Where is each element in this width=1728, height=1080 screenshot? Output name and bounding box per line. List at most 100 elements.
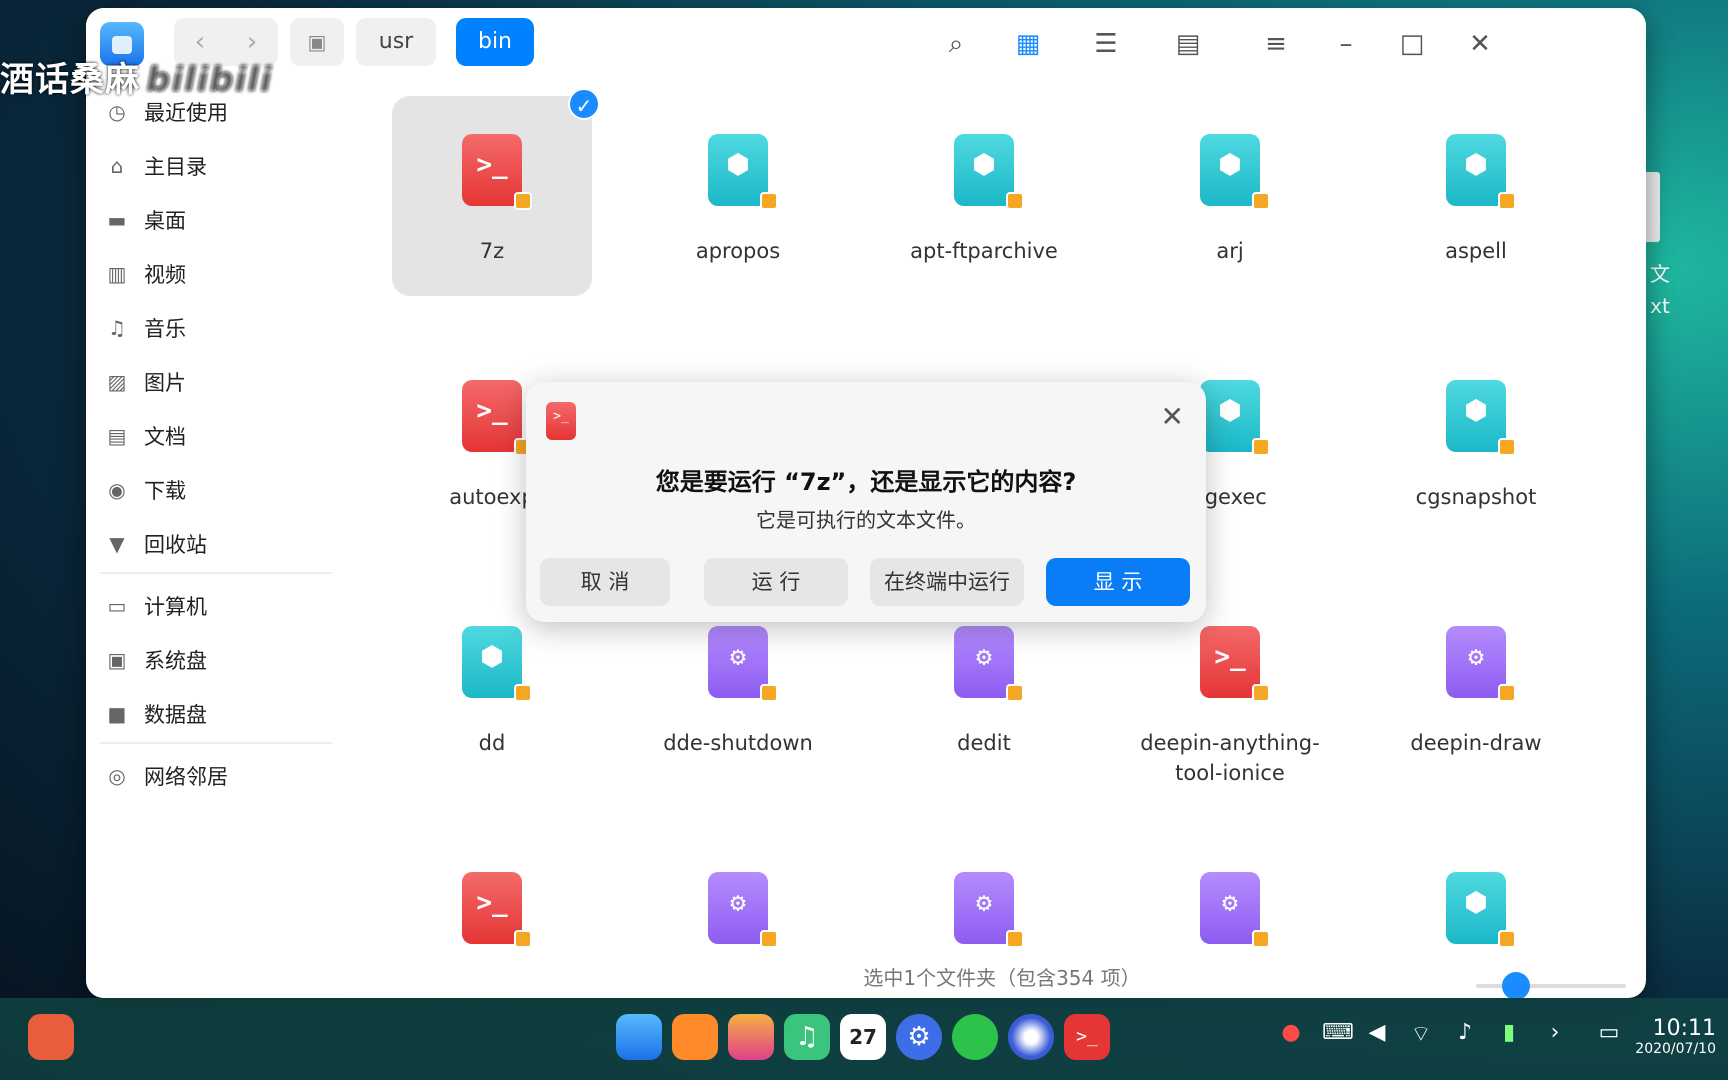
cancel-button[interactable]: 取 消 xyxy=(540,558,670,606)
app-gear-icon: ⚙ xyxy=(1446,626,1516,702)
binary-file-icon: ⬢ xyxy=(1200,380,1270,456)
lock-icon xyxy=(1252,192,1270,210)
sidebar-item-pictures[interactable]: ▨ 图片 xyxy=(106,362,186,402)
status-bar: 选中1个文件夹（包含354 项） xyxy=(358,958,1646,998)
lock-icon xyxy=(1498,438,1516,456)
video-watermark: 酒话桑麻 bilibili xyxy=(0,60,273,100)
lock-icon xyxy=(514,684,532,702)
sidebar-item-computer[interactable]: ▭ 计算机 xyxy=(106,586,207,626)
bilibili-logo: bilibili xyxy=(146,60,273,100)
script-file-icon: >_ xyxy=(546,402,576,440)
picture-icon: ▨ xyxy=(107,370,127,394)
sidebar-item-videos[interactable]: ▥ 视频 xyxy=(106,254,186,294)
sidebar-item-downloads[interactable]: ◉ 下载 xyxy=(106,470,186,510)
breadcrumb-bin[interactable]: bin xyxy=(456,18,534,66)
wechat-icon[interactable] xyxy=(952,1014,998,1060)
lock-icon xyxy=(514,192,532,210)
home-icon: ⌂ xyxy=(110,154,124,178)
maximize-icon[interactable]: □ xyxy=(1392,24,1432,64)
close-icon[interactable]: ✕ xyxy=(1161,400,1184,433)
sidebar-item-system-disk[interactable]: ▣ 系统盘 xyxy=(106,640,207,680)
lock-icon xyxy=(1252,438,1270,456)
file-item-arj[interactable]: ⬢ arj xyxy=(1130,96,1330,296)
app-gear-icon: ⚙ xyxy=(708,872,778,948)
notification-bell-icon[interactable]: ♪ xyxy=(1450,1020,1480,1045)
app-store-icon[interactable] xyxy=(672,1014,718,1060)
binary-file-icon: ⬢ xyxy=(1446,872,1516,948)
sidebar-item-data-disk[interactable]: ■ 数据盘 xyxy=(106,694,207,734)
run-in-terminal-button[interactable]: 在终端中运行 xyxy=(870,558,1024,606)
clock[interactable]: 10:11 2020/07/10 xyxy=(1635,1016,1716,1057)
screen-recorder-icon[interactable]: ● xyxy=(1276,1020,1306,1045)
binary-file-icon: ⬢ xyxy=(462,626,532,702)
file-manager-dock-icon[interactable] xyxy=(616,1014,662,1060)
breadcrumb-root-disk-icon[interactable]: ▣ xyxy=(290,18,344,66)
wifi-icon[interactable]: ⌔ xyxy=(1406,1020,1436,1048)
lock-icon xyxy=(760,684,778,702)
menu-icon[interactable]: ≡ xyxy=(1256,24,1296,64)
video-icon: ▥ xyxy=(107,262,127,286)
taskbar: ♫ 27 ⚙ >_ ● ⌨ ◀ ⌔ ♪ ▮ › ▭ 10:11 2020/07/… xyxy=(0,998,1728,1080)
script-file-icon: >_ xyxy=(1200,626,1270,702)
launcher-icon[interactable] xyxy=(28,1014,74,1060)
file-item-apropos[interactable]: ⬢ apropos xyxy=(638,96,838,296)
music-icon[interactable]: ♫ xyxy=(784,1014,830,1060)
binary-file-icon: ⬢ xyxy=(1446,380,1516,456)
titlebar: ‹ › ▣ usr bin ⌕ ▦ ☰ ▤ ≡ – □ ✕ xyxy=(86,8,1646,82)
minimize-icon[interactable]: – xyxy=(1326,24,1366,64)
script-file-icon: >_ xyxy=(462,380,532,456)
sidebar-item-trash[interactable]: ▼ 回收站 xyxy=(106,524,207,564)
network-icon: ◎ xyxy=(108,764,126,788)
sidebar-item-network[interactable]: ◎ 网络邻居 xyxy=(106,756,228,796)
lock-icon xyxy=(1006,930,1024,948)
slider-handle[interactable] xyxy=(1502,972,1530,998)
breadcrumb-usr[interactable]: usr xyxy=(356,18,436,66)
binary-file-icon: ⬢ xyxy=(1446,134,1516,210)
battery-icon[interactable]: ▮ xyxy=(1494,1020,1524,1045)
volume-icon[interactable]: ◀ xyxy=(1362,1020,1392,1045)
chevron-right-icon[interactable]: › xyxy=(1540,1020,1570,1045)
search-icon[interactable]: ⌕ xyxy=(936,24,976,64)
terminal-icon[interactable]: >_ xyxy=(1064,1014,1110,1060)
icon-view-icon[interactable]: ▦ xyxy=(1008,24,1048,64)
sidebar-item-desktop[interactable]: ▬ 桌面 xyxy=(106,200,186,240)
desktop-file-label: 文 xt xyxy=(1650,262,1670,318)
sidebar-item-music[interactable]: ♫ 音乐 xyxy=(106,308,186,348)
binary-file-icon: ⬢ xyxy=(954,134,1024,210)
dialog-title: 您是要运行 “7z”，还是显示它的内容? xyxy=(655,468,1077,496)
browser-icon[interactable] xyxy=(1008,1014,1054,1060)
file-item-apt-ftparchive[interactable]: ⬢ apt-ftparchive xyxy=(884,96,1084,296)
script-file-icon: >_ xyxy=(462,872,532,948)
run-or-show-dialog: >_ ✕ 您是要运行 “7z”，还是显示它的内容? 它是可执行的文本文件。 取 … xyxy=(526,382,1206,622)
system-disk-icon: ▣ xyxy=(107,648,127,672)
sidebar: ◷ 最近使用 ⌂ 主目录 ▬ 桌面 ▥ 视频 ♫ 音乐 ▨ 图片 ▤ 文档 ◉ 下载 ▼ 回收站 … xyxy=(86,82,346,998)
clock-icon: ◷ xyxy=(108,100,126,124)
settings-icon[interactable]: ⚙ xyxy=(896,1014,942,1060)
file-item-deepin-draw[interactable]: ⚙ deepin-draw xyxy=(1376,588,1576,788)
computer-icon: ▭ xyxy=(107,594,127,618)
file-item-aspell[interactable]: ⬢ aspell xyxy=(1376,96,1576,296)
app-gear-icon: ⚙ xyxy=(954,626,1024,702)
data-disk-icon: ■ xyxy=(107,702,127,726)
app-gear-icon: ⚙ xyxy=(954,872,1024,948)
detail-view-icon[interactable]: ▤ xyxy=(1168,24,1208,64)
run-button[interactable]: 运 行 xyxy=(704,558,848,606)
download-icon: ◉ xyxy=(108,478,126,502)
file-item-cgsnapshot[interactable]: ⬢ cgsnapshot xyxy=(1376,342,1576,542)
app-gear-icon: ⚙ xyxy=(708,626,778,702)
calendar-icon[interactable]: 27 xyxy=(840,1014,886,1060)
close-icon[interactable]: ✕ xyxy=(1460,24,1500,64)
list-view-icon[interactable]: ☰ xyxy=(1086,24,1126,64)
sidebar-item-documents[interactable]: ▤ 文档 xyxy=(106,416,186,456)
lock-icon xyxy=(1252,684,1270,702)
keyboard-icon[interactable]: ⌨ xyxy=(1322,1020,1354,1045)
image-viewer-icon[interactable] xyxy=(728,1014,774,1060)
show-button[interactable]: 显 示 xyxy=(1046,558,1190,606)
sidebar-item-home[interactable]: ⌂ 主目录 xyxy=(106,146,207,186)
status-text: 选中1个文件夹（包含354 项） xyxy=(863,966,1141,990)
lock-icon xyxy=(1252,930,1270,948)
file-item-7z[interactable]: >_ 7z ✓ xyxy=(392,88,600,296)
lock-icon xyxy=(514,930,532,948)
icon-size-slider[interactable] xyxy=(1476,972,1626,998)
input-method-icon[interactable]: ▭ xyxy=(1594,1020,1624,1045)
